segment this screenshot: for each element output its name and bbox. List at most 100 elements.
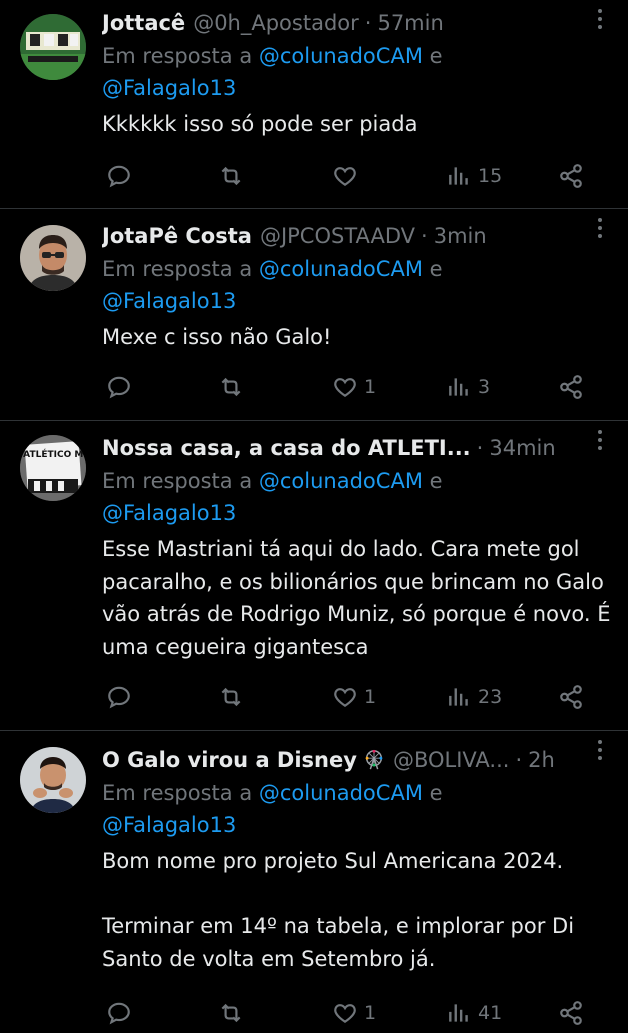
replying-conj: e	[429, 469, 443, 493]
repost-button[interactable]	[218, 367, 244, 407]
user-avatar[interactable]	[20, 747, 86, 813]
share-button[interactable]	[558, 993, 584, 1033]
avatar-man-pose-icon	[20, 747, 86, 813]
separator-dot: ·	[421, 224, 428, 248]
replying-to: Em resposta a @colunadoCAM e @Falagalo13	[102, 253, 614, 317]
action-bar: 1 23	[102, 677, 610, 717]
like-button[interactable]: 1	[332, 993, 376, 1033]
like-button[interactable]: 1	[332, 677, 376, 717]
user-handle[interactable]: @BOLIVA...	[393, 743, 510, 777]
share-icon	[560, 164, 582, 188]
reply-icon	[108, 165, 130, 188]
post-text[interactable]: Esse Mastriani tá aqui do lado. Cara met…	[102, 533, 614, 663]
views-chart-icon	[449, 688, 468, 706]
mention-link[interactable]: @Falagalo13	[102, 289, 236, 313]
display-name[interactable]: O Galo virou a Disney	[102, 743, 357, 777]
action-bar: 1 3	[102, 367, 610, 407]
like-count: 1	[364, 1002, 377, 1024]
user-handle[interactable]: @JPCOSTAADV	[260, 219, 415, 253]
reply-button[interactable]	[106, 367, 132, 407]
repost-button[interactable]	[218, 677, 244, 717]
heart-icon	[334, 378, 356, 397]
mention-link[interactable]: @colunadoCAM	[259, 257, 423, 281]
replying-conj: e	[429, 44, 443, 68]
reply-button[interactable]	[106, 993, 132, 1033]
user-avatar[interactable]	[20, 225, 86, 291]
repost-button[interactable]	[218, 993, 244, 1033]
mention-link[interactable]: @colunadoCAM	[259, 44, 423, 68]
like-count: 1	[364, 686, 377, 708]
views-chart-icon	[449, 167, 468, 185]
timestamp[interactable]: 2h	[528, 743, 555, 777]
replying-to: Em resposta a @colunadoCAM e @Falagalo13	[102, 777, 614, 841]
user-avatar[interactable]: CLUBE ATLÉTICO MINEIRO	[20, 435, 86, 501]
replying-prefix: Em resposta a	[102, 257, 253, 281]
reply-item[interactable]: JotaPê Costa @JPCOSTAADV · 3min Em respo…	[0, 209, 628, 421]
replying-prefix: Em resposta a	[102, 469, 253, 493]
user-handle[interactable]: @0h_Apostador	[193, 6, 359, 40]
views-chart-icon	[449, 378, 468, 396]
repost-icon	[221, 377, 241, 397]
reply-icon	[108, 1002, 130, 1025]
views-chart-icon	[449, 1004, 468, 1022]
replying-to: Em resposta a @colunadoCAM e @Falagalo13	[102, 465, 614, 529]
display-name[interactable]: Jottacê	[102, 6, 185, 40]
share-button[interactable]	[558, 367, 584, 407]
mention-link[interactable]: @Falagalo13	[102, 76, 236, 100]
views-button[interactable]: 15	[446, 156, 502, 196]
reply-item[interactable]: CLUBE ATLÉTICO MINEIRO Nossa casa, a cas…	[0, 421, 628, 731]
post-text[interactable]: Kkkkkk isso só pode ser piada	[102, 108, 614, 141]
reply-icon	[108, 376, 130, 399]
mention-link[interactable]: @colunadoCAM	[259, 469, 423, 493]
views-count: 23	[478, 686, 503, 708]
mention-link[interactable]: @Falagalo13	[102, 813, 236, 837]
avatar-clube-atletico-flag-icon: CLUBE ATLÉTICO MINEIRO	[20, 435, 86, 501]
reply-button[interactable]	[106, 156, 132, 196]
ferris-wheel-icon	[365, 749, 383, 770]
separator-dot: ·	[476, 436, 484, 460]
replying-prefix: Em resposta a	[102, 44, 253, 68]
like-count: 1	[364, 376, 377, 398]
post-text[interactable]: Bom nome pro projeto Sul Americana 2024.…	[102, 845, 614, 975]
display-name[interactable]: JotaPê Costa	[102, 219, 252, 253]
share-icon	[560, 1001, 582, 1025]
avatar-team-photo-icon	[20, 14, 86, 80]
views-button[interactable]: 23	[446, 677, 502, 717]
heart-icon	[334, 1004, 356, 1023]
timestamp[interactable]: 34min	[489, 431, 555, 465]
timestamp[interactable]: 3min	[434, 219, 487, 253]
user-avatar[interactable]	[20, 14, 86, 80]
like-button[interactable]: 1	[332, 367, 376, 407]
post-text[interactable]: Mexe c isso não Galo!	[102, 321, 614, 354]
repost-icon	[221, 1003, 241, 1023]
replying-conj: e	[429, 781, 443, 805]
reply-item[interactable]: O Galo virou a Disney @BOLIVA... · 2h Em…	[0, 731, 628, 1025]
avatar-man-glasses-icon	[20, 225, 86, 291]
mention-link[interactable]: @Falagalo13	[102, 501, 236, 525]
avatar-flag-text: CLUBE ATLÉTICO MINEIRO	[20, 448, 86, 460]
share-icon	[560, 375, 582, 399]
mention-link[interactable]: @colunadoCAM	[259, 781, 423, 805]
reply-button[interactable]	[106, 677, 132, 717]
share-button[interactable]	[558, 677, 584, 717]
replying-to: Em resposta a @colunadoCAM e @Falagalo13	[102, 40, 614, 104]
repost-icon	[221, 687, 241, 707]
views-button[interactable]: 41	[446, 993, 502, 1033]
views-count: 3	[478, 376, 491, 398]
repost-button[interactable]	[218, 156, 244, 196]
action-bar: 15	[102, 156, 610, 196]
share-button[interactable]	[558, 156, 584, 196]
display-name[interactable]: Nossa casa, a casa do ATLETI...	[102, 431, 471, 465]
timestamp[interactable]: 57min	[377, 6, 443, 40]
share-icon	[560, 685, 582, 709]
heart-icon	[334, 688, 356, 707]
views-button[interactable]: 3	[446, 367, 490, 407]
action-bar: 1 41	[102, 993, 610, 1033]
like-button[interactable]	[332, 156, 364, 196]
views-count: 41	[478, 1002, 503, 1024]
replying-conj: e	[429, 257, 443, 281]
reply-item[interactable]: Jottacê @0h_Apostador · 57min Em respost…	[0, 0, 628, 209]
replying-prefix: Em resposta a	[102, 781, 253, 805]
separator-dot: ·	[364, 11, 372, 35]
views-count: 15	[478, 165, 503, 187]
